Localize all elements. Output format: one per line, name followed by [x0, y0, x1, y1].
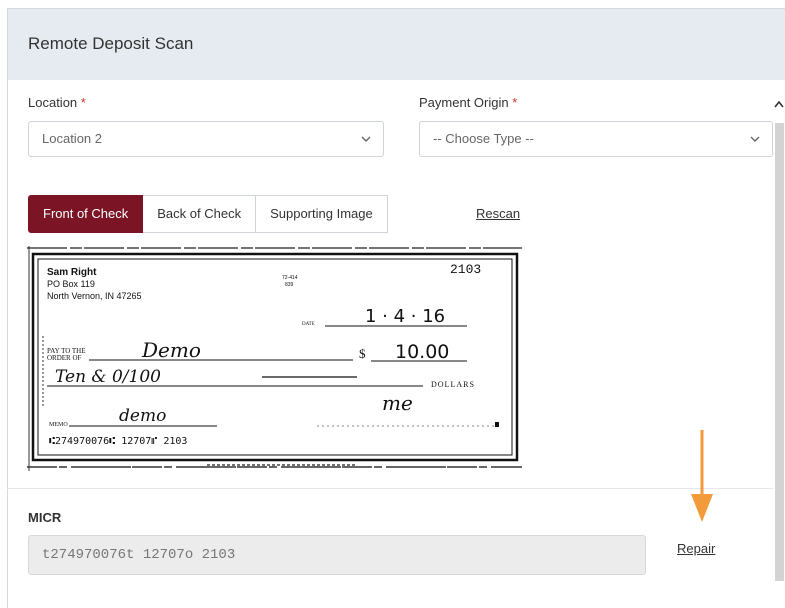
- location-value: Location 2: [42, 131, 102, 146]
- routing-fraction-bottom: 839: [285, 282, 294, 288]
- tab-supporting-image[interactable]: Supporting Image: [256, 195, 388, 233]
- arrow-down-icon: [690, 428, 714, 524]
- chevron-down-icon: [361, 122, 371, 156]
- rescan-link[interactable]: Rescan: [476, 206, 520, 221]
- signature: me: [382, 391, 413, 415]
- payment-origin-placeholder: -- Choose Type --: [433, 131, 534, 146]
- tab-back-of-check[interactable]: Back of Check: [143, 195, 257, 233]
- required-mark: *: [512, 95, 518, 110]
- payer-name: Sam Right: [47, 267, 97, 278]
- payer-address-line1: PO Box 119: [47, 279, 95, 289]
- scrollbar-thumb[interactable]: [775, 123, 784, 581]
- page-header: Remote Deposit Scan: [7, 8, 785, 80]
- written-amount: Ten & 0/100: [55, 367, 161, 387]
- location-label: Location *: [28, 95, 86, 110]
- memo-text: demo: [119, 406, 166, 426]
- required-mark: *: [80, 95, 86, 110]
- check-image: Sam Right PO Box 119 North Vernon, IN 47…: [27, 246, 522, 471]
- repair-link[interactable]: Repair: [677, 541, 715, 556]
- routing-fraction: 72-414: [282, 275, 298, 281]
- pay-to-label-line2: ORDER OF: [47, 354, 82, 362]
- chevron-down-icon: [750, 122, 760, 156]
- check-image-drawing: Sam Right PO Box 119 North Vernon, IN 47…: [27, 246, 522, 471]
- check-number: 2103: [450, 262, 481, 277]
- currency-symbol: $: [359, 346, 366, 361]
- payment-origin-select[interactable]: -- Choose Type --: [419, 121, 773, 157]
- section-divider: [7, 488, 773, 489]
- page-title: Remote Deposit Scan: [28, 34, 194, 53]
- micr-label: MICR: [28, 510, 62, 525]
- check-date: 1 · 4 · 16: [365, 306, 445, 327]
- payee-name: Demo: [141, 338, 201, 362]
- micr-field: t274970076t 12707o 2103: [28, 535, 646, 575]
- date-label: DATE: [302, 322, 315, 327]
- scrollbar[interactable]: [773, 93, 785, 608]
- panel-border: [7, 80, 8, 608]
- tab-front-of-check[interactable]: Front of Check: [28, 195, 144, 233]
- memo-label: MEMO: [49, 422, 68, 428]
- chevron-up-icon[interactable]: [773, 93, 785, 115]
- check-amount: 10.00: [395, 341, 449, 363]
- payment-origin-label: Payment Origin *: [419, 95, 518, 110]
- payer-address-line2: North Vernon, IN 47265: [47, 291, 142, 301]
- location-select[interactable]: Location 2: [28, 121, 384, 157]
- check-micr-line: ⑆274970076⑆ 12707⑈ 2103: [49, 436, 187, 447]
- check-image-tabs: Front of Check Back of Check Supporting …: [28, 195, 388, 233]
- dollars-label: DOLLARS: [431, 380, 475, 389]
